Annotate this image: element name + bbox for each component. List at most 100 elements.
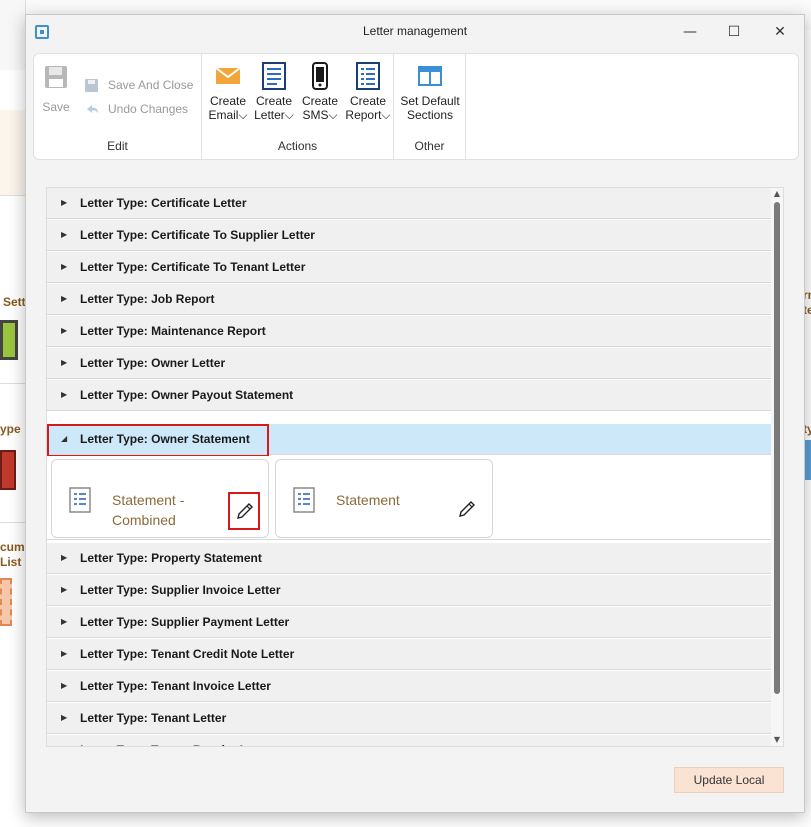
letter-type-row[interactable]: ▶ Letter Type: Supplier Payment Letter: [47, 607, 772, 638]
background-tile: [805, 440, 811, 480]
save-and-close-button[interactable]: Save And Close: [84, 78, 193, 94]
background-label[interactable]: ype: [0, 422, 21, 436]
create-sms-line1: Create: [301, 94, 339, 108]
expand-caret-icon[interactable]: ▶: [61, 380, 67, 410]
set-default-sections-button[interactable]: Set Default Sections: [396, 62, 464, 122]
save-and-close-label: Save And Close: [108, 78, 194, 93]
letter-type-row[interactable]: ▶ Letter Type: Owner Payout Statement: [47, 380, 772, 411]
set-default-line1: Set Default: [400, 94, 460, 108]
letter-type-label: Letter Type: Owner Letter: [80, 356, 226, 370]
letter-type-row[interactable]: ▶ Letter Type: Job Report: [47, 284, 772, 315]
sections-icon: [418, 66, 442, 86]
letter-type-label: Letter Type: Supplier Invoice Letter: [80, 583, 281, 597]
save-button[interactable]: Save: [40, 64, 72, 114]
letter-type-label: Letter Type: Certificate To Tenant Lette…: [80, 260, 306, 274]
letter-type-row[interactable]: ▶ Letter Type: Certificate To Tenant Lett…: [47, 252, 772, 283]
template-title: Statement: [336, 490, 446, 510]
letter-type-row[interactable]: ▶ Letter Type: Maintenance Report: [47, 316, 772, 347]
pencil-icon: [237, 503, 253, 519]
scroll-thumb[interactable]: [774, 202, 780, 694]
expand-caret-icon[interactable]: ▶: [61, 316, 67, 346]
expand-caret-icon[interactable]: ▶: [61, 575, 67, 605]
edit-template-button[interactable]: [228, 492, 260, 530]
letter-type-list: ▶ Letter Type: Certificate Letter ▶ Letter…: [46, 187, 784, 747]
letter-type-row[interactable]: ▶ Letter Type: Certificate To Supplier Le…: [47, 220, 772, 251]
letter-type-row[interactable]: ▶ Letter Type: Property Statement: [47, 543, 772, 574]
create-email-line2: Email: [208, 108, 239, 122]
expand-caret-icon[interactable]: ▶: [61, 220, 67, 250]
title-bar: Letter management — ☐ ✕: [26, 15, 804, 49]
document-icon: [69, 487, 91, 513]
letter-type-row[interactable]: ▶ Letter Type: Tenant Invoice Letter: [47, 671, 772, 702]
letter-type-label: Letter Type: Certificate To Supplier Let…: [80, 228, 315, 242]
create-letter-line1: Create: [255, 94, 293, 108]
background-divider: [0, 195, 26, 196]
scroll-up-icon[interactable]: ▲: [771, 188, 783, 200]
background-label[interactable]: List: [0, 555, 21, 569]
undo-changes-button[interactable]: Undo Changes: [84, 102, 188, 118]
letter-type-row[interactable]: ▶ Letter Type: Supplier Invoice Letter: [47, 575, 772, 606]
edit-template-button[interactable]: [452, 492, 484, 530]
document-icon: [293, 487, 315, 513]
ribbon-group-actions: Create Email⌵ Create Letter⌵ Create SMS⌵…: [202, 54, 394, 159]
sms-icon: [312, 62, 328, 90]
template-title: Statement - Combined: [112, 490, 222, 530]
expand-caret-icon[interactable]: ▶: [61, 252, 67, 282]
background-divider: [0, 383, 26, 384]
report-icon: [356, 62, 380, 90]
close-button[interactable]: ✕: [760, 19, 800, 45]
letter-type-row[interactable]: ▶ Letter Type: Tenant Receipt Letter: [47, 735, 772, 746]
background-divider: [0, 522, 26, 523]
chevron-down-icon: ⌵: [381, 108, 391, 122]
letter-type-row[interactable]: ▶ Letter Type: Certificate Letter: [47, 188, 772, 219]
create-sms-button[interactable]: Create SMS⌵: [298, 62, 342, 122]
ribbon-group-other: Set Default Sections Other: [394, 54, 466, 159]
minimize-button[interactable]: —: [670, 19, 710, 45]
scroll-down-icon[interactable]: ▼: [771, 734, 783, 746]
template-card[interactable]: Statement - Combined: [51, 459, 269, 538]
create-email-button[interactable]: Create Email⌵: [206, 62, 250, 122]
expand-caret-icon[interactable]: ▶: [61, 671, 67, 701]
letter-type-label: Letter Type: Certificate Letter: [80, 196, 247, 210]
email-icon: [215, 67, 241, 84]
building-icon: [0, 450, 16, 490]
update-local-button[interactable]: Update Local: [674, 767, 784, 793]
expand-caret-icon[interactable]: ▶: [61, 284, 67, 314]
create-letter-button[interactable]: Create Letter⌵: [252, 62, 296, 122]
letter-type-row[interactable]: ▶ Letter Type: Tenant Credit Note Letter: [47, 639, 772, 670]
letter-type-row[interactable]: ▶ Letter Type: Owner Letter: [47, 348, 772, 379]
pencil-icon: [459, 501, 475, 517]
expand-caret-icon[interactable]: ▶: [61, 703, 67, 733]
maximize-button[interactable]: ☐: [714, 19, 754, 45]
background-panel: [0, 110, 26, 195]
chevron-down-icon: ⌵: [238, 108, 248, 122]
chevron-down-icon: ⌵: [284, 108, 294, 122]
letter-type-row[interactable]: ▶ Letter Type: Tenant Letter: [47, 703, 772, 734]
vertical-scrollbar[interactable]: ▲ ▼: [771, 188, 783, 746]
create-email-line1: Create: [209, 94, 247, 108]
expand-caret-icon[interactable]: ▶: [61, 735, 67, 746]
undo-icon: [87, 105, 98, 113]
expand-caret-icon[interactable]: ▶: [61, 348, 67, 378]
expand-caret-icon[interactable]: ▶: [61, 639, 67, 669]
save-label: Save: [42, 100, 70, 114]
background-label[interactable]: Sett: [3, 295, 26, 309]
group-label-edit: Edit: [107, 139, 128, 153]
template-card[interactable]: Statement: [275, 459, 493, 538]
expand-caret-icon[interactable]: ▶: [61, 543, 67, 573]
ribbon: Save Save And Close Undo Changes Edit Cr…: [33, 53, 799, 160]
create-report-button[interactable]: Create Report⌵: [344, 62, 392, 122]
background-toolbar-left: [0, 0, 26, 70]
expand-caret-icon[interactable]: ▶: [61, 607, 67, 637]
letter-management-window: Letter management — ☐ ✕ Save Save And Cl…: [25, 14, 805, 813]
chevron-down-icon: ⌵: [328, 108, 338, 122]
letter-type-label: Letter Type: Tenant Letter: [80, 711, 227, 725]
document-list-icon: [0, 578, 12, 626]
letter-type-label: Letter Type: Tenant Invoice Letter: [80, 679, 271, 693]
letter-type-label: Letter Type: Job Report: [80, 292, 215, 306]
letter-type-label: Letter Type: Supplier Payment Letter: [80, 615, 290, 629]
letter-type-label: Letter Type: Owner Payout Statement: [80, 388, 294, 402]
expand-caret-icon[interactable]: ▶: [61, 188, 67, 218]
group-label-other: Other: [414, 139, 445, 153]
letter-type-label: Letter Type: Property Statement: [80, 551, 262, 565]
